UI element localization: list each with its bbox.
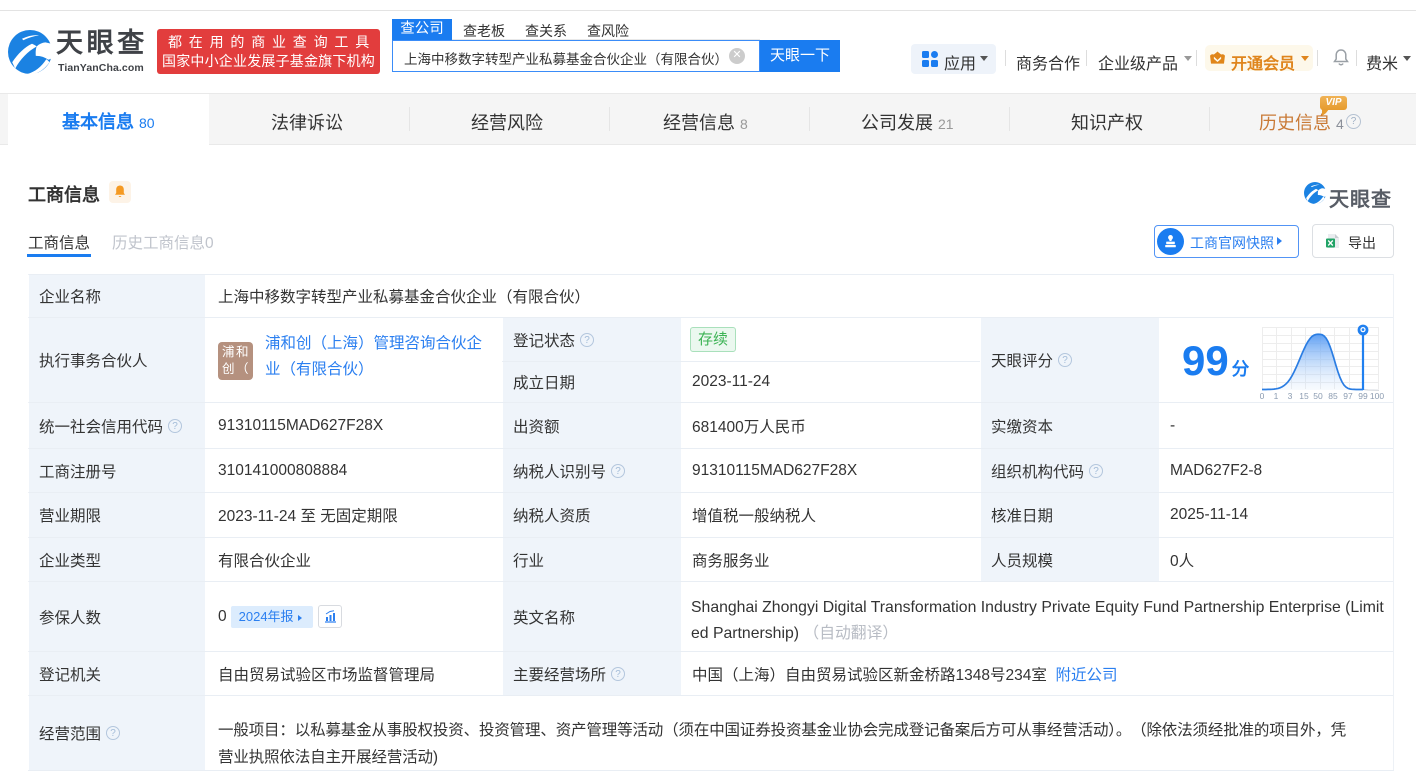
svg-text:97: 97 [1343,391,1353,401]
svg-text:0: 0 [1260,391,1265,401]
svg-text:85: 85 [1328,391,1338,401]
svg-text:50: 50 [1313,391,1323,401]
svg-text:15: 15 [1299,391,1309,401]
svg-text:100: 100 [1370,391,1384,401]
svg-text:3: 3 [1288,391,1293,401]
svg-text:99: 99 [1358,391,1368,401]
svg-text:1: 1 [1274,391,1279,401]
